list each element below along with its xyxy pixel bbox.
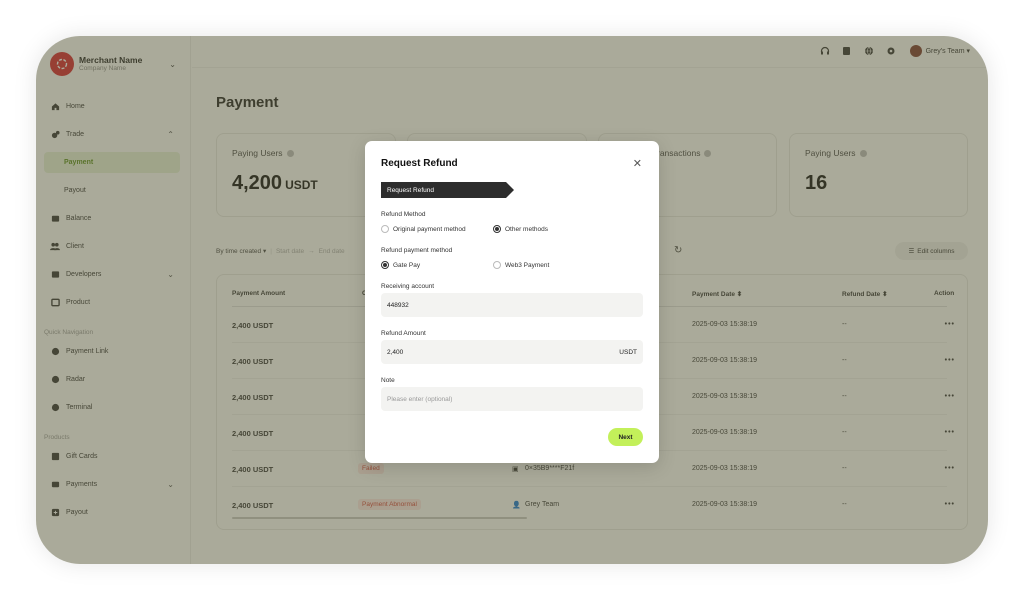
step-confirm-refund: Confirm Refund [501, 182, 643, 198]
refund-amount-value: 2,400 [387, 348, 404, 356]
refund-amount-label: Refund Amount [381, 330, 426, 337]
refund-method-label: Refund Method [381, 211, 426, 218]
receiving-account-field[interactable]: 448932 [381, 293, 643, 317]
step-request-refund: Request Refund [381, 182, 514, 198]
radio-circle [493, 225, 501, 233]
radio-label: Web3 Payment [505, 261, 550, 269]
refund-amount-unit: USDT [619, 348, 637, 356]
refund-amount-field[interactable]: 2,400 USDT [381, 340, 643, 364]
request-refund-modal: Request Refund ✕ Request Refund Confirm … [365, 141, 659, 463]
radio-circle [381, 261, 389, 269]
note-field[interactable]: Please enter (optional) [381, 387, 643, 411]
radio-label: Gate Pay [393, 261, 421, 269]
note-label: Note [381, 377, 395, 384]
radio-original-payment-method[interactable]: Original payment method [381, 225, 466, 233]
note-placeholder: Please enter (optional) [387, 395, 453, 403]
radio-label: Other methods [505, 225, 548, 233]
radio-circle [493, 261, 501, 269]
receiving-account-label: Receiving account [381, 283, 435, 290]
radio-gate-pay[interactable]: Gate Pay [381, 261, 420, 269]
app-window: Merchant Name Company Name ⌄ Home Trade … [36, 36, 988, 564]
radio-other-methods[interactable]: Other methods [493, 225, 548, 233]
radio-label: Original payment method [393, 225, 466, 233]
radio-circle [381, 225, 389, 233]
modal-title: Request Refund [381, 158, 458, 169]
close-icon[interactable]: ✕ [633, 157, 642, 170]
refund-payment-method-label: Refund payment method [381, 247, 453, 254]
receiving-account-value: 448932 [387, 301, 409, 309]
radio-web3-payment[interactable]: Web3 Payment [493, 261, 549, 269]
stepper: Request Refund Confirm Refund [381, 182, 643, 198]
next-button[interactable]: Next [608, 428, 643, 446]
